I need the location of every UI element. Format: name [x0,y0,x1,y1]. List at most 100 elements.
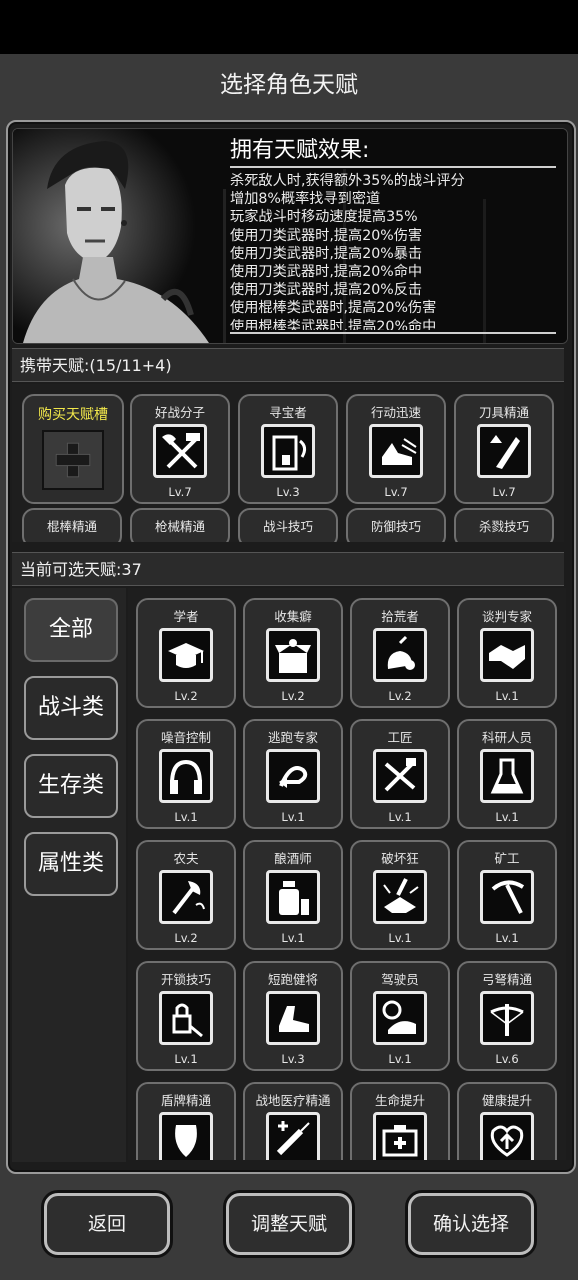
talent-card[interactable]: 开锁技巧 Lv.1 [136,961,236,1071]
tools-icon [373,749,427,803]
talent-card[interactable]: 科研人员 Lv.1 [457,719,557,829]
talent-card[interactable]: 破坏狂 Lv.1 [350,840,450,950]
tab-all[interactable]: 全部 [24,598,118,662]
syringe-icon [266,1112,320,1160]
talent-card[interactable]: 生命提升 [350,1082,450,1160]
talent-name: 寻宝者 [269,405,307,420]
talent-level: Lv.3 [276,485,300,499]
talent-card[interactable]: 行动迅速 Lv.7 [346,394,446,504]
talent-card[interactable]: 收集癖 Lv.2 [243,598,343,708]
talent-name: 弓弩精通 [481,972,532,987]
heading-underline [230,166,556,168]
talent-card[interactable]: 学者 Lv.2 [136,598,236,708]
talent-card[interactable]: 战地医疗精通 [243,1082,343,1160]
crossbow-icon [480,991,534,1045]
fast-boot-icon [369,424,423,478]
talent-card[interactable]: 噪音控制 Lv.1 [136,719,236,829]
available-talents-grid[interactable]: 学者 Lv.2 收集癖 Lv.2 拾荒者 Lv.2 谈判专家 Lv.1 噪音控制 Lv.1 逃跑专家… [128,588,566,1160]
confirm-button[interactable]: 确认选择 [408,1193,534,1255]
adjust-talent-button[interactable]: 调整天赋 [226,1193,352,1255]
status-bar [0,0,578,54]
box-icon [266,628,320,682]
talent-card[interactable]: 好战分子 Lv.7 [130,394,230,504]
talent-level: Lv.7 [384,485,408,499]
talent-level: Lv.1 [388,931,412,945]
talent-level: Lv.1 [281,931,305,945]
back-button[interactable]: 返回 [44,1193,170,1255]
talent-card[interactable]: 刀具精通 Lv.7 [454,394,554,504]
talent-level: Lv.1 [281,810,305,824]
talent-card[interactable]: 谈判专家 Lv.1 [457,598,557,708]
plus-icon [42,430,104,490]
talent-name: 工匠 [387,730,413,745]
talent-level: Lv.7 [168,485,192,499]
effects-list[interactable]: 杀死敌人时,获得额外35%的战斗评分 增加8%概率找寻到密道 玩家战斗时移动速度… [230,172,560,330]
driver-icon [373,991,427,1045]
talent-card[interactable]: 农夫 Lv.2 [136,840,236,950]
talent-card[interactable]: 工匠 Lv.1 [350,719,450,829]
page-title: 选择角色天赋 [220,72,358,98]
talent-card[interactable]: 酿酒师 Lv.1 [243,840,343,950]
effect-line: 使用刀类武器时,提高20%反击 [230,282,423,299]
talent-card[interactable]: 健康提升 [457,1082,557,1160]
talent-name: 矿工 [494,851,520,866]
tab-combat[interactable]: 战斗类 [24,676,118,740]
talent-card[interactable]: 盾牌精通 [136,1082,236,1160]
talent-name: 刀具精通 [478,405,529,420]
talent-level: Lv.7 [492,485,516,499]
lockpick-icon [159,991,213,1045]
talent-card[interactable]: 短跑健将 Lv.3 [243,961,343,1071]
medkit-icon [373,1112,427,1160]
talent-name: 生命提升 [374,1093,425,1108]
carried-talents-header: 携带天赋:(15/11+4) [12,348,564,382]
talent-name: 谈判专家 [481,609,532,624]
effect-line: 使用棍棒类武器时,提高20%伤害 [230,300,437,317]
talent-name: 酿酒师 [274,851,312,866]
talent-level: Lv.1 [388,810,412,824]
talent-level: Lv.1 [495,931,519,945]
talent-card[interactable]: 逃跑专家 Lv.1 [243,719,343,829]
talent-name: 收集癖 [274,609,312,624]
shield-icon [159,1112,213,1160]
talent-card[interactable]: 枪械精通 [130,508,230,542]
treasure-door-icon [261,424,315,478]
talent-name: 好战分子 [154,405,205,420]
flask-icon [480,749,534,803]
effect-line: 使用刀类武器时,提高20%伤害 [230,227,423,244]
talent-name: 战地医疗精通 [255,1093,331,1108]
pickaxe-icon [480,870,534,924]
talent-card[interactable]: 棍棒精通 [22,508,122,542]
effect-line: 使用刀类武器时,提高20%命中 [230,264,423,281]
talent-level: Lv.1 [174,810,198,824]
tab-survival[interactable]: 生存类 [24,754,118,818]
talent-card[interactable]: 战斗技巧 [238,508,338,542]
talent-card[interactable]: 矿工 Lv.1 [457,840,557,950]
talent-level: Lv.1 [174,1052,198,1066]
tab-attribute[interactable]: 属性类 [24,832,118,896]
talent-name: 噪音控制 [160,730,211,745]
talent-level: Lv.2 [281,689,305,703]
talent-name: 农夫 [173,851,199,866]
headphones-icon [159,749,213,803]
talent-name: 科研人员 [481,730,532,745]
talent-name: 逃跑专家 [267,730,318,745]
talent-level: Lv.2 [174,689,198,703]
talent-name: 开锁技巧 [160,972,211,987]
handshake-icon [480,628,534,682]
talent-card[interactable]: 驾驶员 Lv.1 [350,961,450,1071]
talent-name: 破坏狂 [381,851,419,866]
talent-card[interactable]: 防御技巧 [346,508,446,542]
available-talents-header: 当前可选天赋:37 [12,552,564,586]
talent-card[interactable]: 弓弩精通 Lv.6 [457,961,557,1071]
talent-card[interactable]: 寻宝者 Lv.3 [238,394,338,504]
talent-level: Lv.2 [388,689,412,703]
buy-talent-slot-button[interactable]: 购买天赋槽 [22,394,124,504]
destruction-icon [373,870,427,924]
carried-talents-row[interactable]: 购买天赋槽 好战分子 Lv.7 寻宝者 Lv.3 行动迅速 Lv.7 刀具精通 Lv.7 棍棒… [12,384,564,542]
sprint-boot-icon [266,991,320,1045]
talent-card[interactable]: 拾荒者 Lv.2 [350,598,450,708]
talent-card[interactable]: 杀戮技巧 [454,508,554,542]
effect-line: 增加8%概率找寻到密道 [230,191,381,208]
graduation-cap-icon [159,628,213,682]
crossed-axe-hammer-icon [153,424,207,478]
